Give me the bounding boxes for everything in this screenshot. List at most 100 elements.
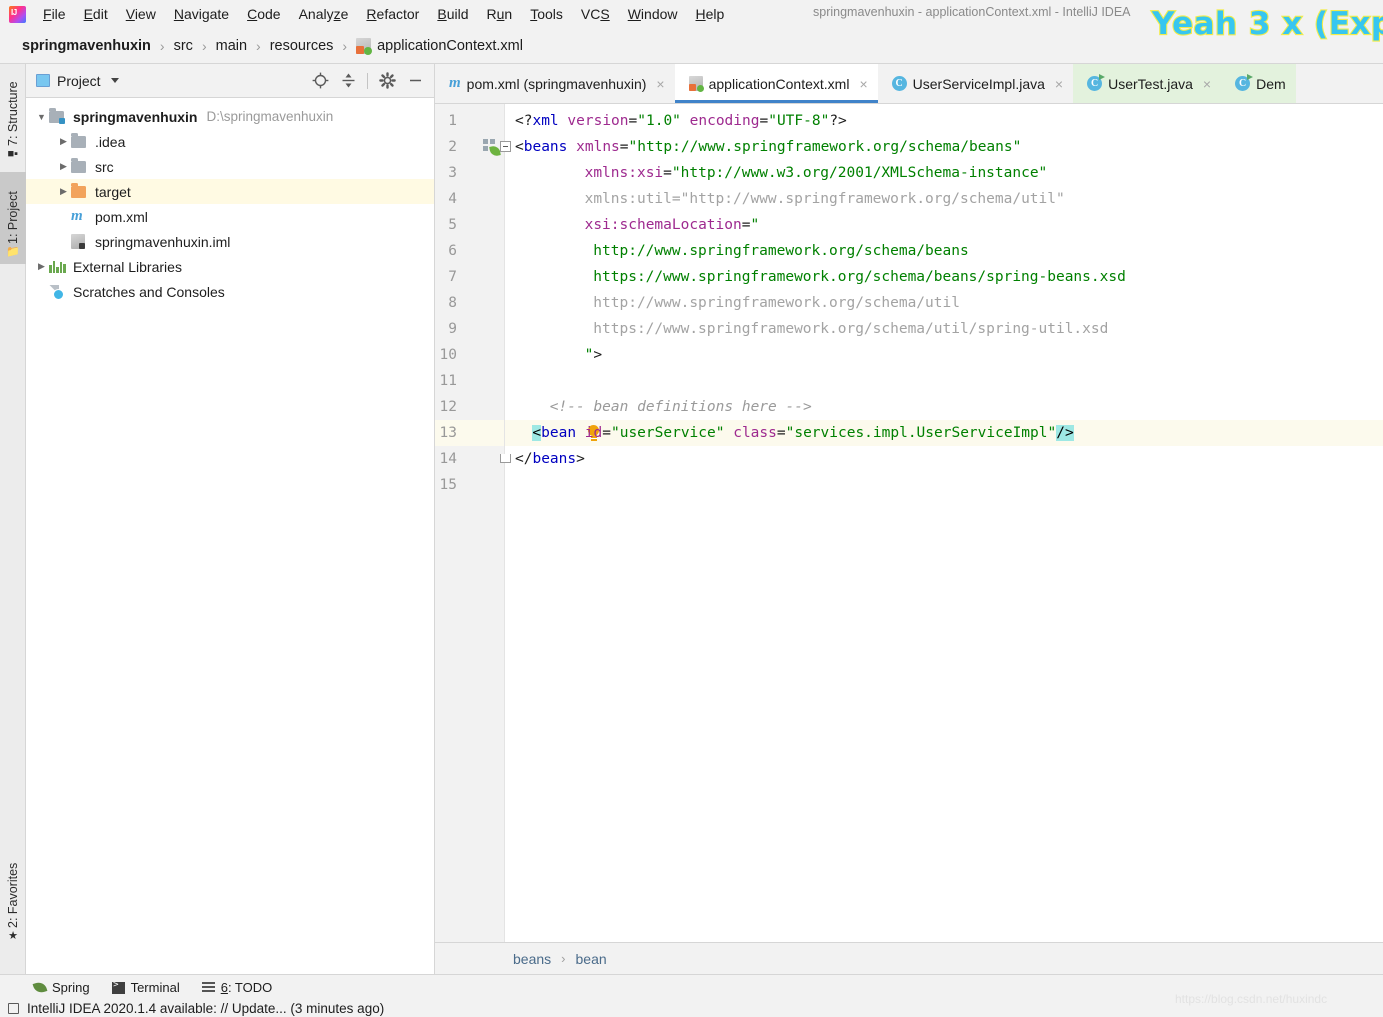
code-line[interactable]: http://www.springframework.org/schema/ut… [593, 290, 960, 316]
code-token-str: " [750, 217, 760, 233]
code-line[interactable]: "> [585, 342, 602, 368]
menu-item-file[interactable]: File [34, 4, 75, 24]
sidebar-tab-project-label: 1: Project [6, 191, 20, 244]
tree-node-external-libraries[interactable]: External Libraries [26, 254, 434, 279]
code-token-attr: xmlns [576, 139, 620, 155]
breadcrumb-item-main[interactable]: main [216, 38, 247, 54]
editor-tab-label: UserTest.java [1108, 75, 1193, 92]
bottom-tab-spring[interactable]: Spring [32, 980, 90, 995]
breadcrumb-item-src[interactable]: src [174, 38, 193, 54]
code-line[interactable]: xmlns:xsi="http://www.w3.org/2001/XMLSch… [585, 160, 1048, 186]
menu-item-build[interactable]: Build [428, 4, 477, 24]
menu-item-vcs[interactable]: VCS [572, 4, 619, 24]
breadcrumb-separator-icon: › [256, 37, 261, 54]
code-line[interactable]: https://www.springframework.org/schema/u… [593, 316, 1108, 342]
editor-tab-pom.xml-springmavenhuxin-[interactable]: m pom.xml (springmavenhuxin) × [435, 64, 675, 103]
code-content[interactable]: <?xml version="1.0" encoding="UTF-8"?> <b… [500, 104, 1383, 942]
menu-item-tools[interactable]: Tools [521, 4, 572, 24]
chevron-down-icon[interactable] [34, 112, 49, 122]
star-icon: ★ [8, 930, 18, 942]
minimize-icon[interactable] [402, 68, 428, 94]
close-icon[interactable]: × [1055, 77, 1063, 91]
breadcrumb-item-file[interactable]: applicationContext.xml [356, 37, 523, 55]
line-number: 1 [448, 113, 457, 129]
code-token-str: https://www.springframework.org/schema/b… [593, 269, 1126, 285]
menu-item-window[interactable]: Window [619, 4, 687, 24]
code-fold-end-icon[interactable] [500, 454, 511, 463]
structure-icon: ■▪ [7, 148, 19, 160]
editor-breadcrumb-bean[interactable]: bean [576, 951, 607, 967]
tree-node-src[interactable]: src [26, 154, 434, 179]
code-token-grey: xmlns:util="http://www.springframework.o… [584, 191, 1065, 207]
line-number: 10 [439, 347, 457, 363]
code-line[interactable]: http://www.springframework.org/schema/be… [593, 238, 968, 264]
tree-node-springmavenhuxin[interactable]: springmavenhuxin D:\springmavenhuxin [26, 104, 434, 129]
code-line[interactable]: <?xml version="1.0" encoding="UTF-8"?> [515, 108, 847, 134]
collapse-all-icon[interactable] [335, 68, 361, 94]
code-line[interactable]: </beans> [515, 446, 585, 472]
status-message[interactable]: IntelliJ IDEA 2020.1.4 available: // Upd… [27, 1001, 384, 1016]
intellij-idea-window: FileEditViewNavigateCodeAnalyzeRefactorB… [0, 0, 1383, 1017]
editor-tab-dem[interactable]: C Dem [1221, 64, 1296, 103]
editor-gutter[interactable]: 1 2 3 4 5 6 7 8 9 10 11 12 13 14 15 [435, 104, 505, 942]
tree-node--idea[interactable]: .idea [26, 129, 434, 154]
code-line[interactable]: <!-- bean definitions here --> [550, 394, 812, 420]
code-editor[interactable]: 1 2 3 4 5 6 7 8 9 10 11 12 13 14 15 <?xml version="1.0… [435, 104, 1383, 942]
editor-tab-bar: m pom.xml (springmavenhuxin) × applicationC… [435, 64, 1383, 104]
sidebar-tab-project[interactable]: 📁 1: Project [0, 172, 26, 264]
tree-node-springmavenhuxin-iml[interactable]: springmavenhuxin.iml [26, 229, 434, 254]
bottom-tab-6-todo[interactable]: 6: TODO [201, 980, 272, 995]
code-token-grey: http://www.springframework.org/schema/ut… [593, 295, 960, 311]
breadcrumb-item-resources[interactable]: resources [270, 38, 334, 54]
sidebar-tab-favorites[interactable]: ★ 2: Favorites [0, 844, 26, 948]
tree-node-target[interactable]: target [26, 179, 434, 204]
editor-tab-userserviceimpl.java[interactable]: C UserServiceImpl.java × [878, 64, 1073, 103]
editor-tab-label: Dem [1256, 75, 1286, 92]
gear-icon[interactable] [374, 68, 400, 94]
menu-item-refactor[interactable]: Refactor [357, 4, 428, 24]
code-line[interactable]: https://www.springframework.org/schema/b… [593, 264, 1126, 290]
project-panel-title: Project [57, 72, 101, 89]
code-fold-collapse-icon[interactable] [500, 141, 511, 152]
editor-tab-applicationcontext.xml[interactable]: applicationContext.xml × [674, 64, 878, 103]
menu-item-run[interactable]: Run [478, 4, 522, 24]
breadcrumb-item-springmavenhuxin[interactable]: springmavenhuxin [22, 38, 151, 54]
chevron-right-icon[interactable] [56, 161, 71, 172]
locate-icon[interactable] [307, 68, 333, 94]
menu-item-edit[interactable]: Edit [75, 4, 117, 24]
close-icon[interactable]: × [656, 77, 664, 91]
menu-item-navigate[interactable]: Navigate [165, 4, 238, 24]
menu-item-help[interactable]: Help [687, 4, 734, 24]
iml-file-icon [71, 234, 85, 249]
sidebar-tab-favorites-label: 2: Favorites [6, 862, 20, 928]
chevron-right-icon[interactable] [56, 136, 71, 147]
event-log-icon[interactable] [8, 1003, 19, 1014]
chevron-right-icon[interactable] [34, 261, 49, 272]
code-line[interactable]: <bean id="userService" class="services.i… [532, 420, 1074, 446]
xml-file-icon [688, 76, 704, 92]
tree-node-scratches-and-consoles[interactable]: Scratches and Consoles [26, 279, 434, 304]
spring-bean-gutter-icon[interactable] [483, 139, 501, 157]
close-icon[interactable]: × [1203, 77, 1211, 91]
editor-breadcrumb-beans[interactable]: beans [513, 951, 551, 967]
breadcrumb-file-label: applicationContext.xml [377, 37, 523, 54]
chevron-right-icon[interactable] [56, 186, 71, 197]
code-line[interactable]: <beans xmlns="http://www.springframework… [515, 134, 1021, 160]
menu-item-analyze[interactable]: Analyze [290, 4, 358, 24]
menu-item-view[interactable]: View [117, 4, 165, 24]
folder-icon [71, 132, 86, 148]
code-line[interactable]: xsi:schemaLocation=" [585, 212, 760, 238]
maven-icon: m [449, 75, 461, 91]
code-token-punct [567, 139, 576, 155]
tree-node-pom-xml[interactable]: m pom.xml [26, 204, 434, 229]
editor-tab-usertest.java[interactable]: C UserTest.java × [1073, 64, 1222, 103]
code-token-punct [724, 425, 733, 441]
close-icon[interactable]: × [859, 77, 867, 91]
sidebar-tab-structure[interactable]: ■▪ 7: Structure [0, 70, 26, 166]
menu-item-code[interactable]: Code [238, 4, 289, 24]
editor-breadcrumb-items: beans › bean [513, 951, 607, 967]
breadcrumb: springmavenhuxin › src › main › resources › appl… [22, 37, 523, 55]
code-line[interactable]: xmlns:util="http://www.springframework.o… [585, 186, 1065, 212]
bottom-tab-terminal[interactable]: Terminal [111, 980, 180, 995]
project-view-selector[interactable]: Project [36, 73, 119, 89]
